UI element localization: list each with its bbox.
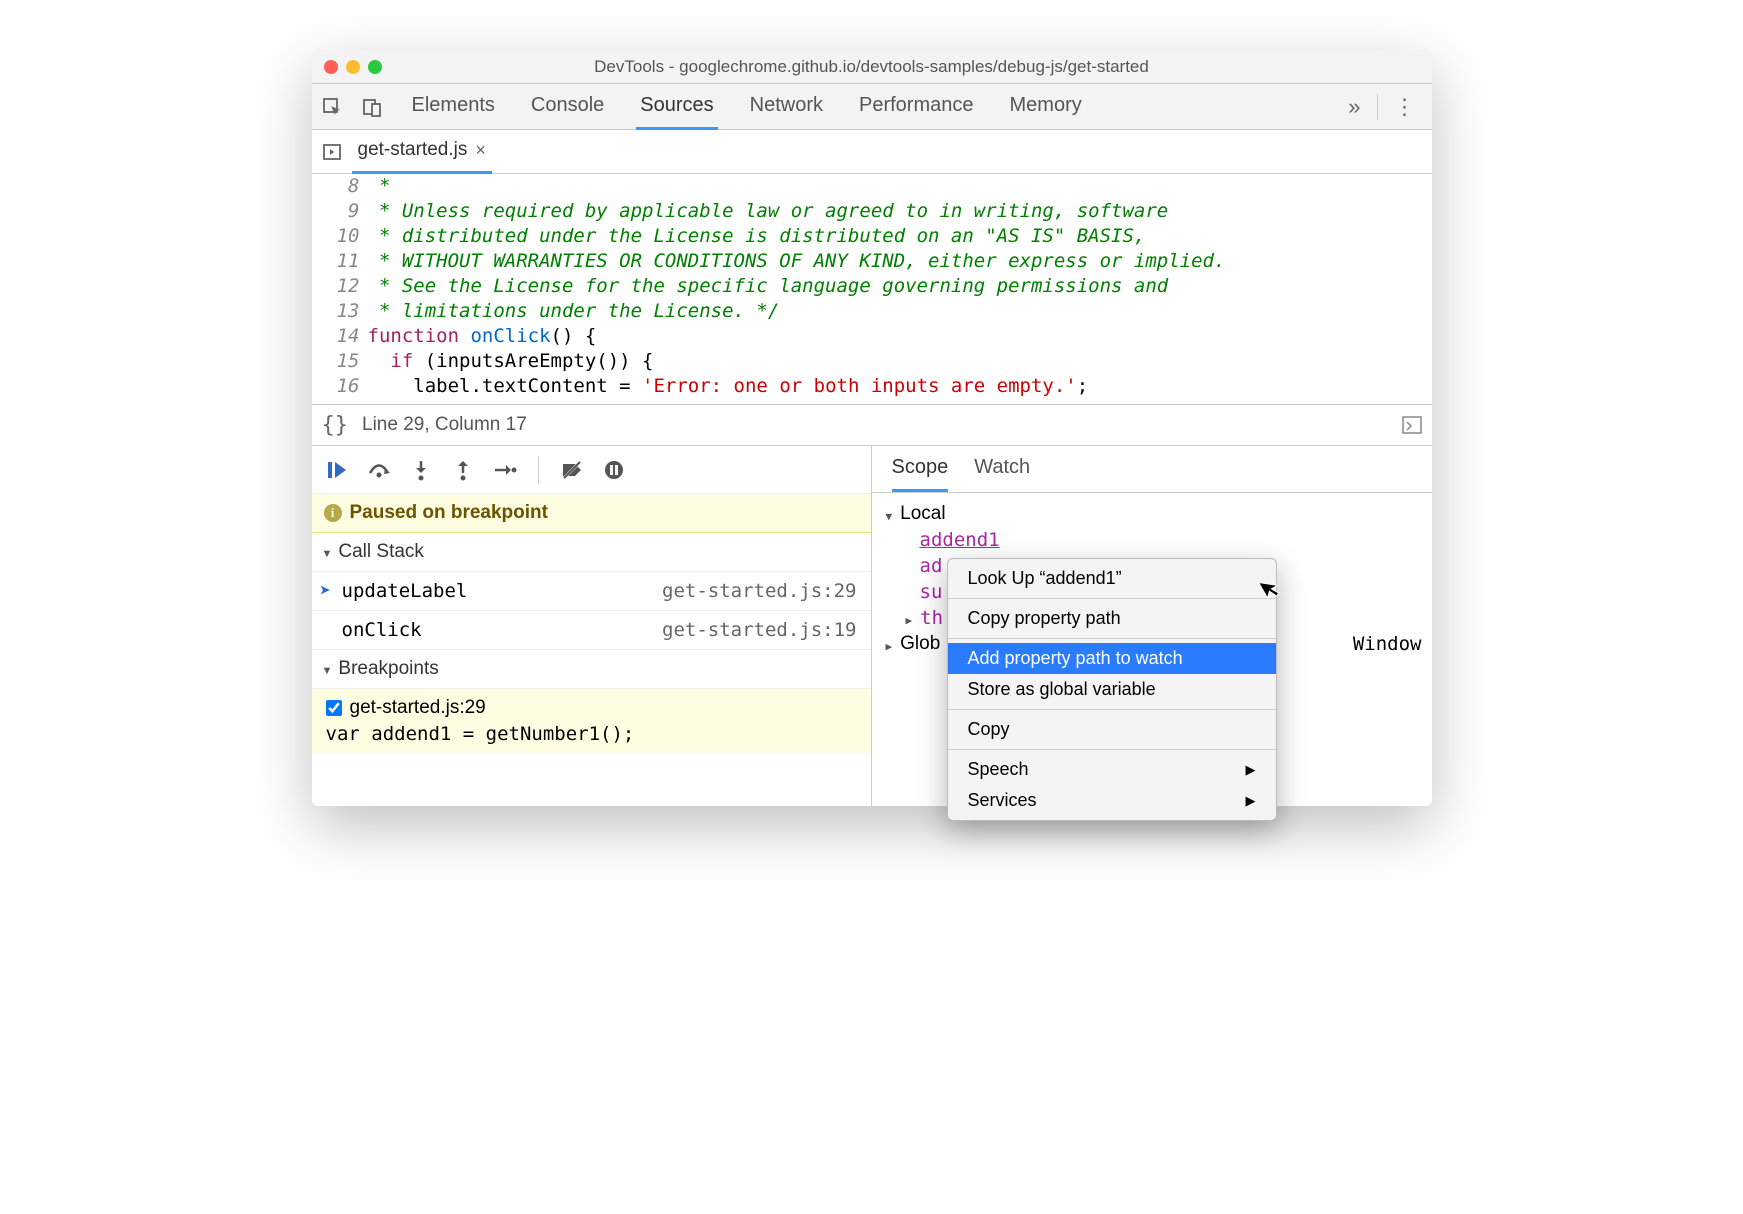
chevron-down-icon (322, 541, 333, 563)
devtools-window: DevTools - googlechrome.github.io/devtoo… (312, 50, 1432, 806)
scope-var[interactable]: addend1 (886, 527, 1418, 553)
line-gutter: 8910111213141516 (312, 174, 368, 404)
deactivate-breakpoints-icon[interactable] (559, 457, 585, 483)
breakpoint-item[interactable]: get-started.js:29 var addend1 = getNumbe… (312, 689, 871, 753)
code-content: * * Unless required by applicable law or… (368, 174, 1432, 404)
stack-frame[interactable]: onClick get-started.js:19 (312, 611, 871, 650)
stack-frame[interactable]: updateLabel get-started.js:29 (312, 572, 871, 611)
chevron-right-icon: ▶ (1246, 793, 1256, 809)
breakpoint-location: get-started.js:29 (350, 697, 486, 719)
ctx-services[interactable]: Services ▶ (948, 785, 1276, 816)
file-tab-label: get-started.js (358, 139, 468, 161)
ctx-store-global[interactable]: Store as global variable (948, 674, 1276, 705)
ctx-copy-property-path[interactable]: Copy property path (948, 603, 1276, 634)
debug-toolbar (312, 446, 871, 494)
debugger-right-pane: Scope Watch Local addend1 ad su (872, 446, 1432, 806)
show-navigator-icon[interactable] (312, 142, 352, 162)
resume-icon[interactable] (324, 457, 350, 483)
tab-performance[interactable]: Performance (855, 84, 978, 130)
tab-network[interactable]: Network (746, 84, 827, 130)
tab-console[interactable]: Console (527, 84, 608, 130)
tab-scope[interactable]: Scope (892, 456, 949, 492)
tab-watch[interactable]: Watch (974, 456, 1030, 492)
scope-tabs: Scope Watch (872, 446, 1432, 493)
coverage-toggle-icon[interactable] (1402, 416, 1422, 434)
zoom-window-button[interactable] (368, 60, 382, 74)
breakpoints-header[interactable]: Breakpoints (312, 650, 871, 689)
ctx-sep (948, 749, 1276, 750)
window-title: DevTools - googlechrome.github.io/devtoo… (312, 57, 1432, 77)
paused-text: Paused on breakpoint (350, 502, 548, 524)
close-window-button[interactable] (324, 60, 338, 74)
step-icon[interactable] (492, 457, 518, 483)
callstack-header[interactable]: Call Stack (312, 533, 871, 572)
tabs-overflow-icon[interactable]: » (1332, 94, 1376, 120)
inspect-element-icon[interactable] (312, 84, 352, 130)
stack-location: get-started.js:29 (662, 580, 856, 602)
tab-sources[interactable]: Sources (636, 84, 717, 130)
chevron-down-icon (886, 503, 897, 525)
chevron-right-icon: ▶ (1246, 762, 1256, 778)
chevron-right-icon (906, 607, 917, 629)
toggle-device-icon[interactable] (352, 84, 392, 130)
pause-exceptions-icon[interactable] (601, 457, 627, 483)
tab-elements[interactable]: Elements (408, 84, 499, 130)
titlebar: DevTools - googlechrome.github.io/devtoo… (312, 50, 1432, 84)
editor-statusbar: {} Line 29, Column 17 (312, 404, 1432, 446)
file-tabbar: get-started.js × (312, 130, 1432, 174)
stack-fn-name: onClick (342, 619, 422, 641)
step-out-icon[interactable] (450, 457, 476, 483)
settings-kebab-icon[interactable]: ⋮ (1377, 94, 1432, 120)
chevron-right-icon (886, 633, 897, 655)
ctx-sep (948, 598, 1276, 599)
minimize-window-button[interactable] (346, 60, 360, 74)
ctx-copy[interactable]: Copy (948, 714, 1276, 745)
stack-fn-name: updateLabel (342, 580, 468, 602)
paused-banner: i Paused on breakpoint (312, 494, 871, 533)
breakpoint-checkbox[interactable] (326, 700, 342, 716)
top-tabbar: Elements Console Sources Network Perform… (312, 84, 1432, 130)
file-tab[interactable]: get-started.js × (352, 129, 492, 174)
step-over-icon[interactable] (366, 457, 392, 483)
debugger-panels: i Paused on breakpoint Call Stack update… (312, 446, 1432, 806)
code-editor[interactable]: 8910111213141516 * * Unless required by … (312, 174, 1432, 404)
cursor-position: Line 29, Column 17 (362, 414, 527, 436)
context-menu: Look Up “addend1” Copy property path Add… (947, 558, 1277, 821)
ctx-add-to-watch[interactable]: Add property path to watch (948, 643, 1276, 674)
ctx-lookup[interactable]: Look Up “addend1” (948, 563, 1276, 594)
traffic-lights (312, 60, 382, 74)
step-into-icon[interactable] (408, 457, 434, 483)
ctx-speech[interactable]: Speech ▶ (948, 754, 1276, 785)
chevron-down-icon (322, 658, 333, 680)
breakpoint-code: var addend1 = getNumber1(); (326, 723, 857, 745)
close-file-icon[interactable]: × (475, 140, 486, 161)
panel-tabs: Elements Console Sources Network Perform… (392, 84, 1333, 130)
ctx-sep (948, 638, 1276, 639)
pretty-print-icon[interactable]: {} (322, 413, 349, 438)
debugger-left-pane: i Paused on breakpoint Call Stack update… (312, 446, 872, 806)
global-value: Window (1353, 633, 1422, 655)
info-icon: i (324, 504, 342, 522)
stack-location: get-started.js:19 (662, 619, 856, 641)
ctx-sep (948, 709, 1276, 710)
scope-local[interactable]: Local (886, 501, 1418, 527)
tab-memory[interactable]: Memory (1006, 84, 1086, 130)
